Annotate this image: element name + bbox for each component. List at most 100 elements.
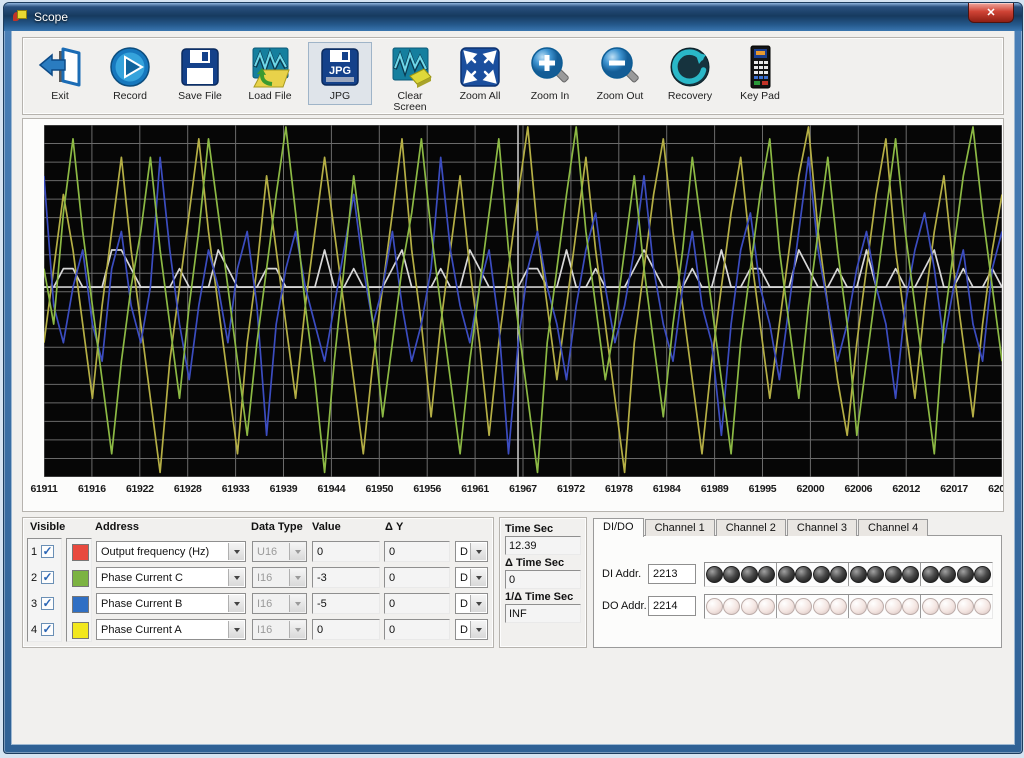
- do-led: [939, 598, 956, 615]
- toolbar-label: Key Pad: [740, 91, 780, 102]
- tab-channel-3[interactable]: Channel 3: [787, 519, 857, 536]
- x-axis-label: 62000: [797, 483, 825, 495]
- do-led: [850, 598, 867, 615]
- chevron-down-icon: [228, 595, 244, 612]
- time-sec-label: Time Sec: [505, 523, 581, 535]
- d-select-4[interactable]: D: [455, 619, 488, 640]
- scope-plot-area[interactable]: [44, 125, 1002, 477]
- zoom-out-icon: [598, 45, 642, 89]
- do-led: [974, 598, 991, 615]
- visible-checkbox-3[interactable]: ✓: [41, 597, 54, 610]
- toolbar-label: Record: [113, 91, 147, 102]
- value-field-2: -3: [312, 567, 380, 588]
- do-led: [741, 598, 758, 615]
- do-led: [795, 598, 812, 615]
- visible-checkbox-2[interactable]: ✓: [41, 571, 54, 584]
- value-field-3: -5: [312, 593, 380, 614]
- header-data-type: Data Type: [251, 521, 303, 533]
- do-led: [723, 598, 740, 615]
- x-axis: 6191161916619226192861933619396194461950…: [44, 479, 1002, 503]
- di-led: [850, 566, 867, 583]
- jpg-button[interactable]: JPG JPG: [308, 42, 372, 105]
- dido-tab-content: DI Addr. 2213 DO Addr. 2214: [593, 535, 1002, 648]
- load-file-button[interactable]: Load File: [238, 42, 302, 105]
- tab-channel-1[interactable]: Channel 1: [645, 519, 715, 536]
- address-select-1[interactable]: Output frequency (Hz): [96, 541, 246, 562]
- x-axis-label: 61922: [126, 483, 154, 495]
- color-swatch-1[interactable]: [72, 544, 89, 561]
- data-type-select-1[interactable]: U16: [252, 541, 307, 562]
- key-pad-icon: [738, 45, 782, 89]
- do-led: [758, 598, 775, 615]
- record-button[interactable]: Record: [98, 42, 162, 105]
- tab-dido[interactable]: DI/DO: [593, 518, 644, 537]
- d-select-1[interactable]: D: [455, 541, 488, 562]
- x-axis-label: 61939: [270, 483, 298, 495]
- color-column: [66, 538, 92, 642]
- x-axis-label: 61995: [749, 483, 777, 495]
- key-pad-button[interactable]: Key Pad: [728, 42, 792, 105]
- title-bar[interactable]: Scope ✕: [4, 3, 1022, 31]
- exit-button[interactable]: Exit: [28, 42, 92, 105]
- close-button[interactable]: ✕: [968, 3, 1014, 23]
- chevron-down-icon: [289, 569, 305, 586]
- jpg-icon: JPG: [318, 45, 362, 89]
- clear-screen-button[interactable]: Clear Screen: [378, 42, 442, 116]
- do-addr-field[interactable]: 2214: [648, 596, 696, 616]
- address-select-3[interactable]: Phase Current B: [96, 593, 246, 614]
- recovery-button[interactable]: Recovery: [658, 42, 722, 105]
- zoom-out-button[interactable]: Zoom Out: [588, 42, 652, 105]
- delta-y-field-2: 0: [384, 567, 450, 588]
- delta-time-label: Δ Time Sec: [505, 557, 581, 569]
- clear-screen-icon: [388, 45, 432, 89]
- time-panel: Time Sec 12.39 Δ Time Sec 0 1/Δ Time Sec…: [499, 517, 587, 648]
- tab-channel-2[interactable]: Channel 2: [716, 519, 786, 536]
- di-addr-field[interactable]: 2213: [648, 564, 696, 584]
- bottom-panels: Visible Address Data Type Value Δ Y 1 2 …: [22, 517, 1004, 648]
- row-number: 3: [31, 598, 37, 610]
- data-type-select-2[interactable]: I16: [252, 567, 307, 588]
- dido-tabs: DI/DO Channel 1 Channel 2 Channel 3 Chan…: [593, 517, 929, 536]
- color-swatch-2[interactable]: [72, 570, 89, 587]
- chevron-down-icon: [470, 543, 486, 560]
- x-axis-label: 61944: [318, 483, 346, 495]
- address-select-4[interactable]: Phase Current A: [96, 619, 246, 640]
- delta-y-field-3: 0: [384, 593, 450, 614]
- save-file-icon: [178, 45, 222, 89]
- di-led: [723, 566, 740, 583]
- toolbar: Exit Record Save File: [22, 37, 1004, 115]
- address-select-2[interactable]: Phase Current C: [96, 567, 246, 588]
- di-led: [885, 566, 902, 583]
- toolbar-label: Recovery: [668, 91, 712, 102]
- di-led: [830, 566, 847, 583]
- led-strip-do: [704, 594, 993, 619]
- data-type-select-3[interactable]: I16: [252, 593, 307, 614]
- x-axis-label: 61950: [365, 483, 393, 495]
- visible-checkbox-4[interactable]: ✓: [41, 623, 54, 636]
- color-swatch-3[interactable]: [72, 596, 89, 613]
- desktop: Scope ✕ Exit Record: [0, 0, 1024, 758]
- chevron-down-icon: [228, 569, 244, 586]
- do-led: [867, 598, 884, 615]
- visible-checkbox-1[interactable]: ✓: [41, 545, 54, 558]
- value-field-1: 0: [312, 541, 380, 562]
- toolbar-label: Save File: [178, 91, 222, 102]
- zoom-in-button[interactable]: Zoom In: [518, 42, 582, 105]
- tab-channel-4[interactable]: Channel 4: [858, 519, 928, 536]
- color-swatch-4[interactable]: [72, 622, 89, 639]
- save-file-button[interactable]: Save File: [168, 42, 232, 105]
- delta-y-field-1: 0: [384, 541, 450, 562]
- led-group-separator: [920, 563, 921, 586]
- data-type-select-4[interactable]: I16: [252, 619, 307, 640]
- toolbar-label: Clear Screen: [393, 91, 426, 113]
- di-led: [974, 566, 991, 583]
- led-group-separator: [848, 563, 849, 586]
- led-group-separator: [776, 595, 777, 618]
- d-select-3[interactable]: D: [455, 593, 488, 614]
- zoom-all-button[interactable]: Zoom All: [448, 42, 512, 105]
- x-axis-label: 61989: [701, 483, 729, 495]
- d-select-2[interactable]: D: [455, 567, 488, 588]
- window-title: Scope: [34, 10, 68, 24]
- chevron-down-icon: [228, 543, 244, 560]
- chevron-down-icon: [470, 595, 486, 612]
